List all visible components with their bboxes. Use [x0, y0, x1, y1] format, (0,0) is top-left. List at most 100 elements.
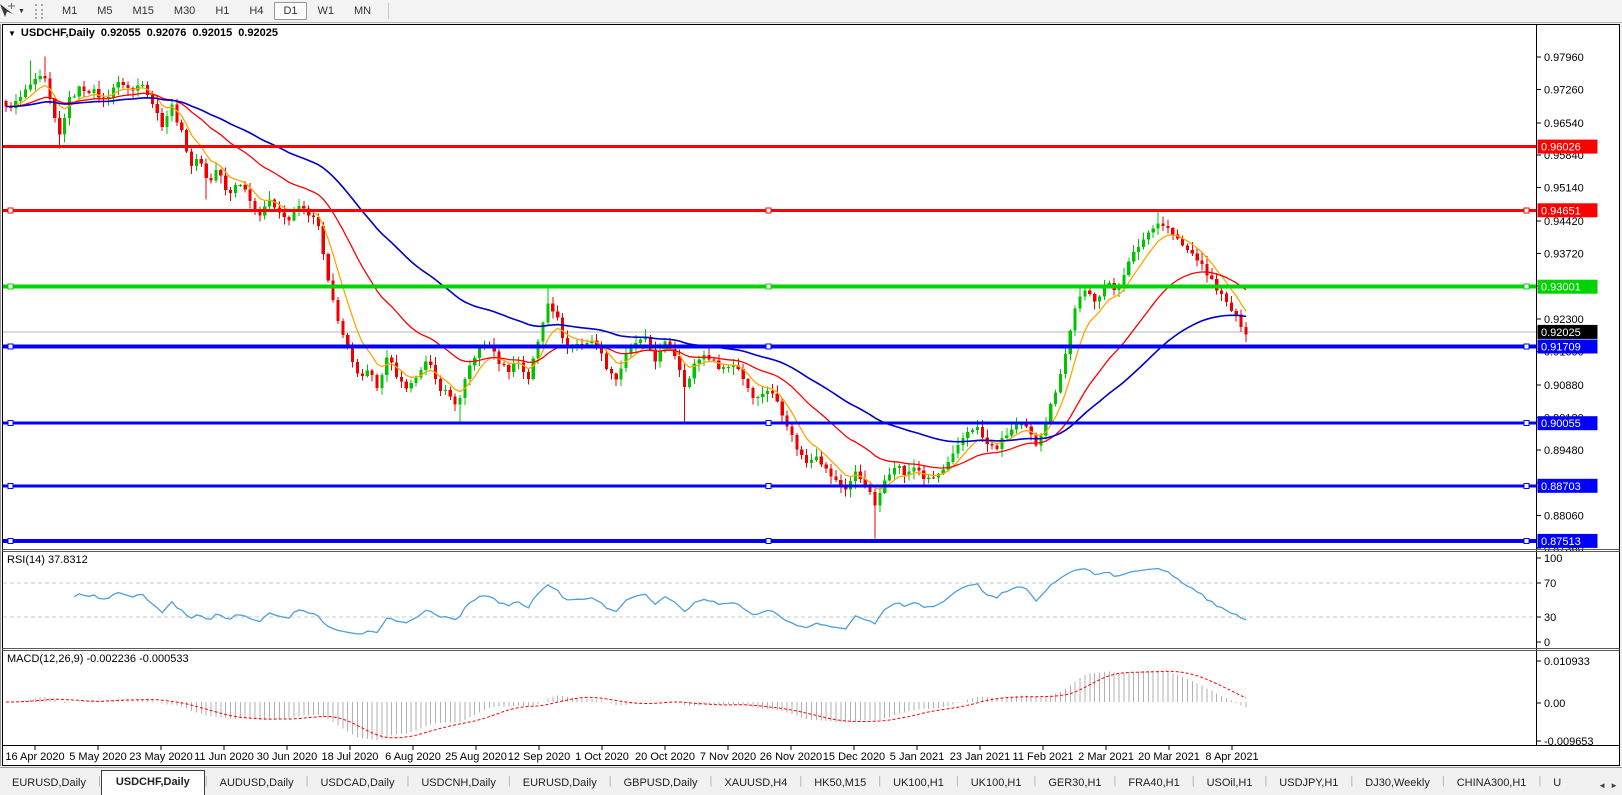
hline-handle[interactable] [8, 208, 13, 213]
macd-tick-label: 0.00 [1544, 698, 1565, 710]
timeframe-button-mn[interactable]: MN [345, 2, 380, 20]
timeframe-button-m5[interactable]: M5 [88, 2, 121, 20]
chart-tab-fra40-h1[interactable]: FRA40,H1 [1116, 773, 1191, 795]
chart-tab-usdchf-daily[interactable]: USDCHF,Daily [101, 770, 205, 795]
ohlc-low: 0.92015 [192, 27, 232, 39]
symbol-tab-bar: EURUSD,Daily|USDCHF,Daily|AUDUSD,Daily|U… [0, 767, 1622, 795]
chart-tab-audusd-daily[interactable]: AUDUSD,Daily [208, 773, 306, 795]
price-label-chip: 0.94651 [1538, 203, 1598, 217]
timeframe-button-m30[interactable]: M30 [165, 2, 204, 20]
price-label-chip: 0.96026 [1538, 140, 1598, 154]
rsi-tick-label: 100 [1544, 553, 1562, 565]
price-label-chip: 0.91709 [1538, 340, 1598, 354]
macd-tick-label: -0.009653 [1544, 736, 1594, 748]
chart-tab-u[interactable]: U [1541, 773, 1573, 795]
date-tick-label: 11 Jun 2020 [194, 751, 254, 763]
hline-handle[interactable] [8, 284, 13, 289]
hline-handle[interactable] [8, 344, 13, 349]
chart-canvas[interactable]: 0.979600.972600.965400.958400.951400.944… [0, 23, 1622, 767]
date-tick-label: 30 Jun 2020 [257, 751, 318, 763]
date-tick-label: 1 Oct 2020 [575, 751, 629, 763]
hline-handle[interactable] [1524, 344, 1529, 349]
price-tick-label: 0.95140 [1544, 183, 1584, 195]
macd-tick-label: 0.010933 [1544, 656, 1590, 668]
date-tick-label: 6 Aug 2020 [385, 751, 441, 763]
svg-text:0.91709: 0.91709 [1541, 342, 1581, 354]
hline-handle[interactable] [766, 538, 771, 543]
price-tick-label: 0.97260 [1544, 84, 1584, 96]
timeframe-button-w1[interactable]: W1 [309, 2, 344, 20]
hline-handle[interactable] [766, 483, 771, 488]
hline-handle[interactable] [766, 421, 771, 426]
chart-tab-eurusd-daily[interactable]: EURUSD,Daily [511, 773, 609, 795]
date-tick-label: 8 Apr 2021 [1205, 751, 1258, 763]
chart-tab-hk50-m15[interactable]: HK50,M15 [802, 773, 878, 795]
hline-handle[interactable] [8, 538, 13, 543]
svg-text:0.93001: 0.93001 [1541, 282, 1581, 294]
hline-handle[interactable] [766, 284, 771, 289]
chart-tab-usoil-h1[interactable]: USOil,H1 [1195, 773, 1265, 795]
hline-handle[interactable] [1524, 421, 1529, 426]
chart-tab-usdjpy-h1[interactable]: USDJPY,H1 [1267, 773, 1350, 795]
price-tick-label: 0.90880 [1544, 380, 1584, 392]
svg-text:0.88703: 0.88703 [1541, 481, 1581, 493]
timeframe-button-h1[interactable]: H1 [206, 2, 238, 20]
price-tick-label: 0.97960 [1544, 52, 1584, 64]
date-tick-label: 12 Sep 2020 [508, 751, 570, 763]
timeframe-button-d1[interactable]: D1 [274, 2, 306, 20]
tabs-scroll-left-icon[interactable]: ◄ [1598, 781, 1606, 790]
date-tick-label: 25 Aug 2020 [445, 751, 507, 763]
ohlc-open: 0.92055 [101, 27, 141, 39]
chart-tab-uk100-h1[interactable]: UK100,H1 [959, 773, 1034, 795]
hline-handle[interactable] [1524, 538, 1529, 543]
svg-text:0.94651: 0.94651 [1541, 205, 1581, 217]
price-tick-label: 0.93720 [1544, 248, 1584, 260]
chart-title: ▼USDCHF,Daily0.920550.920760.920150.9202… [8, 27, 278, 39]
hline-handle[interactable] [1524, 284, 1529, 289]
rsi-tick-label: 70 [1544, 578, 1556, 590]
date-tick-label: 26 Nov 2020 [760, 751, 822, 763]
date-tick-label: 7 Nov 2020 [700, 751, 756, 763]
chart-tab-china300-h1[interactable]: CHINA300,H1 [1445, 773, 1539, 795]
price-tick-label: 0.92300 [1544, 314, 1584, 326]
hline-handle[interactable] [1524, 483, 1529, 488]
macd-label: MACD(12,26,9) -0.002236 -0.000533 [7, 653, 189, 665]
hline-handle[interactable] [766, 344, 771, 349]
chart-tab-usdcnh-daily[interactable]: USDCNH,Daily [409, 773, 508, 795]
price-label-chip: 0.90055 [1538, 416, 1598, 430]
date-tick-label: 11 Feb 2021 [1013, 751, 1074, 763]
trading-terminal: { "toolbar": { "timeframes": ["M1","M5",… [0, 0, 1622, 795]
chart-tab-gbpusd-daily[interactable]: GBPUSD,Daily [612, 773, 710, 795]
hline-handle[interactable] [766, 208, 771, 213]
date-tick-label: 5 May 2020 [69, 751, 126, 763]
svg-text:0.90055: 0.90055 [1541, 418, 1581, 430]
chart-tab-xauusd-h4[interactable]: XAUUSD,H4 [712, 773, 799, 795]
timeframe-button-m15[interactable]: M15 [124, 2, 163, 20]
date-tick-label: 16 Apr 2020 [5, 751, 64, 763]
rsi-label: RSI(14) 37.8312 [7, 554, 88, 566]
toolbar-grip[interactable] [35, 4, 43, 19]
crosshair-cursor-icon[interactable] [0, 3, 16, 19]
chart-tab-usdcad-daily[interactable]: USDCAD,Daily [308, 773, 406, 795]
price-label-chip: 0.88703 [1538, 479, 1598, 493]
tool-dropdown-caret[interactable]: ▼ [18, 8, 25, 15]
price-tick-label: 0.96540 [1544, 118, 1584, 130]
hline-handle[interactable] [8, 483, 13, 488]
chart-tab-ger30-h1[interactable]: GER30,H1 [1036, 773, 1113, 795]
timeframe-button-m1[interactable]: M1 [53, 2, 86, 20]
chart-tab-dj30-weekly[interactable]: DJ30,Weekly [1353, 773, 1442, 795]
chart-tab-eurusd-daily[interactable]: EURUSD,Daily [0, 773, 98, 795]
timeframe-button-h4[interactable]: H4 [240, 2, 272, 20]
svg-text:0.96026: 0.96026 [1541, 142, 1581, 154]
price-label-chip: 0.93001 [1538, 280, 1598, 294]
chart-expand-icon[interactable]: ▼ [8, 29, 16, 38]
price-tick-label: 0.89480 [1544, 445, 1584, 457]
date-tick-label: 5 Jan 2021 [890, 751, 944, 763]
hline-handle[interactable] [8, 421, 13, 426]
tabs-scroll-right-icon[interactable]: ► [1610, 781, 1618, 790]
date-tick-label: 18 Jul 2020 [322, 751, 379, 763]
price-tick-label: 0.88060 [1544, 511, 1584, 523]
hline-handle[interactable] [1524, 208, 1529, 213]
date-tick-label: 2 Mar 2021 [1078, 751, 1134, 763]
chart-tab-uk100-h1[interactable]: UK100,H1 [881, 773, 956, 795]
